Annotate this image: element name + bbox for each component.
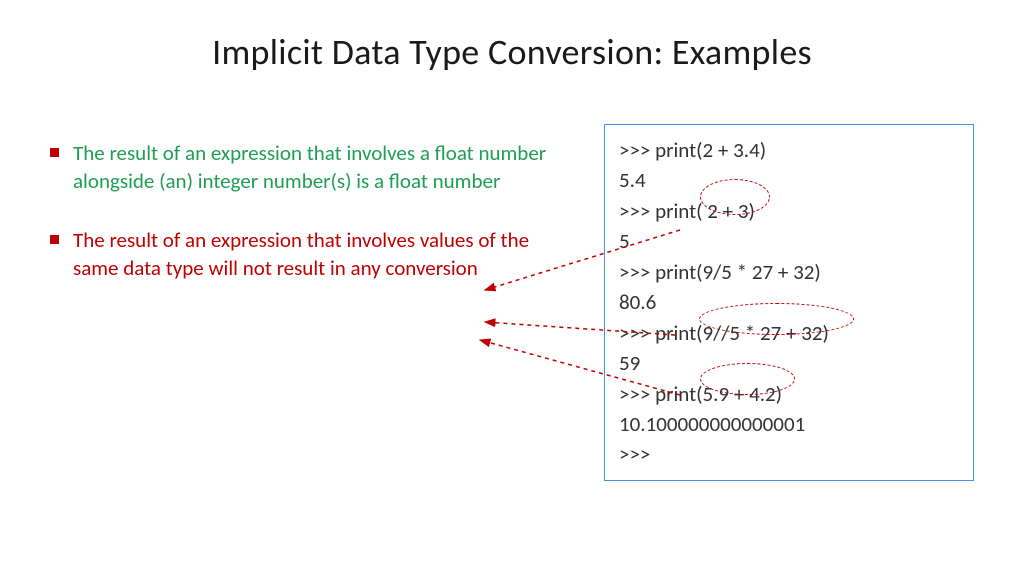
code-line: 10.100000000000001 xyxy=(619,409,959,439)
bullet-item: The result of an expression that involve… xyxy=(50,139,574,196)
bullet-text: The result of an expression that involve… xyxy=(73,139,574,196)
slide: Implicit Data Type Conversion: Examples … xyxy=(0,0,1024,576)
bullet-text: The result of an expression that involve… xyxy=(73,226,574,283)
code-line: >>> print( 2 + 3) xyxy=(619,196,959,226)
code-line: 5 xyxy=(619,226,959,256)
bullet-marker-icon xyxy=(50,235,59,244)
bullet-marker-icon xyxy=(50,148,59,157)
content-row: The result of an expression that involve… xyxy=(50,124,974,481)
slide-title: Implicit Data Type Conversion: Examples xyxy=(50,30,974,74)
code-line: >>> print(9//5 * 27 + 32) xyxy=(619,318,959,348)
code-line: 80.6 xyxy=(619,287,959,317)
bullet-item: The result of an expression that involve… xyxy=(50,226,574,283)
code-line: >>> xyxy=(619,439,959,469)
code-line: >>> print(5.9 + 4.2) xyxy=(619,379,959,409)
code-line: >>> print(9/5 * 27 + 32) xyxy=(619,257,959,287)
code-line: 5.4 xyxy=(619,165,959,195)
code-box: >>> print(2 + 3.4) 5.4 >>> print( 2 + 3)… xyxy=(604,124,974,481)
bullet-list: The result of an expression that involve… xyxy=(50,124,574,481)
code-line: >>> print(2 + 3.4) xyxy=(619,135,959,165)
code-line: 59 xyxy=(619,348,959,378)
